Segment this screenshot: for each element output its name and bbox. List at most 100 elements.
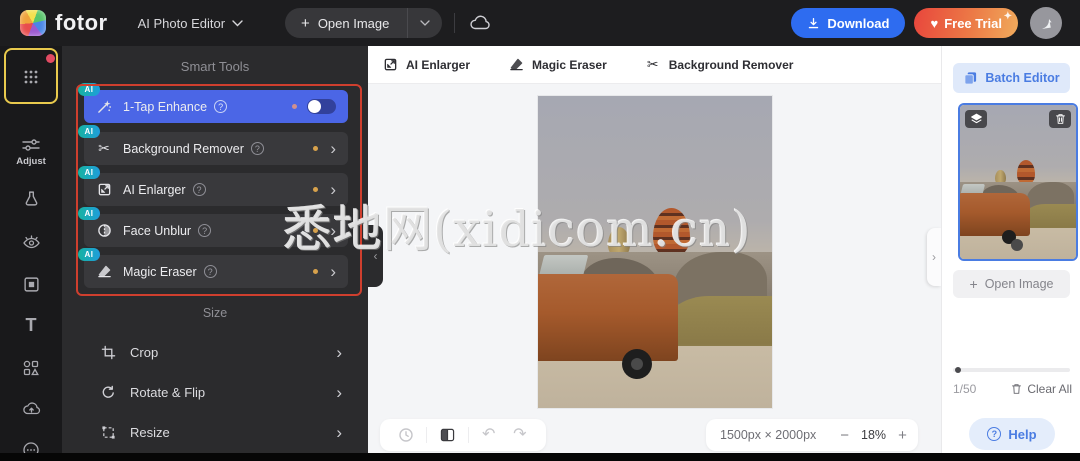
eye-icon (22, 234, 41, 249)
tool-1-tap-enhance[interactable]: AI 1-Tap Enhance ? (84, 90, 348, 123)
compare-icon[interactable] (436, 428, 458, 442)
image-counter-row: 1/50 Clear All (953, 382, 1072, 396)
trash-icon (1011, 383, 1022, 395)
canvas-tab-background-remover[interactable]: ✂ Background Remover (645, 57, 794, 73)
history-toolbar: ↶ ↷ (380, 419, 546, 451)
open-image-button[interactable]: + Open Image (285, 8, 407, 38)
undo-icon[interactable]: ↶ (478, 427, 500, 443)
tool-rotate-flip[interactable]: Rotate & Flip › (62, 378, 368, 406)
batch-editor-label: Batch Editor (985, 71, 1059, 85)
user-avatar[interactable] (1030, 7, 1062, 39)
collapse-panel-tab[interactable]: ‹ (368, 225, 383, 287)
canvas-area: AI Enlarger Magic Eraser ✂ Background Re… (368, 46, 941, 453)
size-section-title: Size (62, 306, 368, 320)
car-wheel (622, 349, 652, 379)
free-trial-label: Free Trial (944, 16, 1002, 31)
tool-magic-eraser[interactable]: AI Magic Eraser ? › (84, 255, 348, 288)
editing-image[interactable] (538, 96, 772, 408)
history-icon[interactable] (395, 427, 417, 443)
open-image-dropdown[interactable] (407, 8, 442, 38)
sidebar-item-adjust[interactable]: Adjust (0, 138, 62, 167)
left-tool-rail: Adjust T (0, 46, 62, 453)
pages-icon (963, 71, 978, 85)
tool-face-unblur[interactable]: AI Face Unblur ? › (84, 214, 348, 247)
batch-editor-button[interactable]: Batch Editor (953, 63, 1070, 93)
cloud-upload-icon (22, 400, 41, 416)
ai-badge: AI (78, 166, 100, 179)
status-dot (292, 104, 297, 109)
canvas-tab-ai-enlarger[interactable]: AI Enlarger (382, 57, 470, 73)
app-menu-dropdown[interactable]: AI Photo Editor (138, 16, 243, 31)
sidebar-item-text[interactable]: T (0, 317, 62, 333)
help-icon[interactable]: ? (198, 224, 211, 237)
thumbnail-scene (960, 105, 1076, 259)
car-wheel (1002, 230, 1016, 244)
tool-label: AI Enlarger (123, 183, 186, 197)
orange-car (538, 274, 678, 361)
tool-background-remover[interactable]: AI ✂ Background Remover ? › (84, 132, 348, 165)
shapes-icon (22, 359, 40, 377)
plus-icon: + (301, 15, 310, 32)
canvas-tab-magic-eraser[interactable]: Magic Eraser (508, 57, 607, 73)
tool-ai-enlarger[interactable]: AI AI Enlarger ? › (84, 173, 348, 206)
thumbnail-scrollbar[interactable] (953, 368, 1070, 372)
chevron-right-icon: › (932, 250, 936, 264)
clear-all-button[interactable]: Clear All (1011, 382, 1072, 396)
help-label: Help (1008, 427, 1036, 442)
bird-icon (1038, 15, 1054, 31)
help-icon[interactable]: ? (251, 142, 264, 155)
topbar-divider (454, 13, 455, 33)
tool-resize[interactable]: Resize › (62, 418, 368, 446)
scissors-icon: ✂ (96, 141, 112, 157)
sidebar-item-beauty[interactable] (0, 190, 62, 207)
canvas-toolbar: AI Enlarger Magic Eraser ✂ Background Re… (368, 46, 941, 84)
sidebar-item-effects[interactable] (0, 234, 62, 249)
sidebar-item-frames[interactable] (0, 276, 62, 293)
help-icon[interactable]: ? (193, 183, 206, 196)
sidebar-item-smart-tools[interactable] (0, 68, 62, 86)
tab-label: AI Enlarger (406, 58, 470, 72)
redo-icon[interactable]: ↷ (509, 427, 531, 443)
smart-tools-panel: Smart Tools AI 1-Tap Enhance ? AI ✂ Back… (62, 46, 368, 453)
magic-wand-icon (96, 99, 112, 115)
tool-crop[interactable]: Crop › (62, 338, 368, 366)
fotor-editor-screen: fotor AI Photo Editor + Open Image (0, 0, 1080, 461)
download-label: Download (827, 16, 889, 31)
image-dimensions: 1500px × 2000px (720, 428, 816, 442)
zoom-out-button[interactable]: − (840, 427, 849, 444)
tool-label: Rotate & Flip (130, 385, 205, 400)
image-thumbnail[interactable] (958, 103, 1078, 261)
expand-panel-tab[interactable]: › (927, 228, 941, 286)
scroll-thumb[interactable] (955, 367, 961, 373)
sidebar-item-elements[interactable] (0, 359, 62, 377)
zoom-in-button[interactable]: + (898, 427, 907, 444)
panel-open-image-button[interactable]: + Open Image (953, 270, 1070, 298)
eraser-icon (508, 57, 524, 73)
smart-tools-title: Smart Tools (62, 59, 368, 74)
enhance-toggle[interactable] (307, 99, 336, 114)
layers-button[interactable] (965, 110, 987, 128)
balloon-scene (538, 96, 772, 408)
chevron-left-icon: ‹ (374, 249, 378, 263)
tool-label: Background Remover (123, 142, 244, 156)
chevron-right-icon: › (330, 181, 336, 198)
sidebar-item-uploads[interactable] (0, 400, 62, 416)
status-dot (313, 269, 318, 274)
help-icon[interactable]: ? (204, 265, 217, 278)
download-button[interactable]: Download (791, 8, 905, 38)
cloud-sync-icon[interactable] (469, 15, 491, 31)
status-dot (313, 146, 318, 151)
ai-badge: AI (78, 207, 100, 220)
grid-dots-icon (22, 68, 40, 86)
fotor-logo[interactable]: fotor (20, 10, 108, 36)
flask-icon (23, 190, 40, 207)
free-trial-button[interactable]: ♥ Free Trial ✦ (914, 8, 1018, 38)
open-image-label: Open Image (985, 277, 1054, 291)
face-unblur-icon (96, 223, 112, 239)
trash-icon[interactable] (1049, 110, 1071, 128)
help-button[interactable]: ? Help (969, 418, 1055, 450)
help-icon[interactable]: ? (214, 100, 227, 113)
ai-badge: AI (78, 248, 100, 261)
top-bar: fotor AI Photo Editor + Open Image (0, 0, 1080, 46)
chevron-right-icon: › (330, 222, 336, 239)
